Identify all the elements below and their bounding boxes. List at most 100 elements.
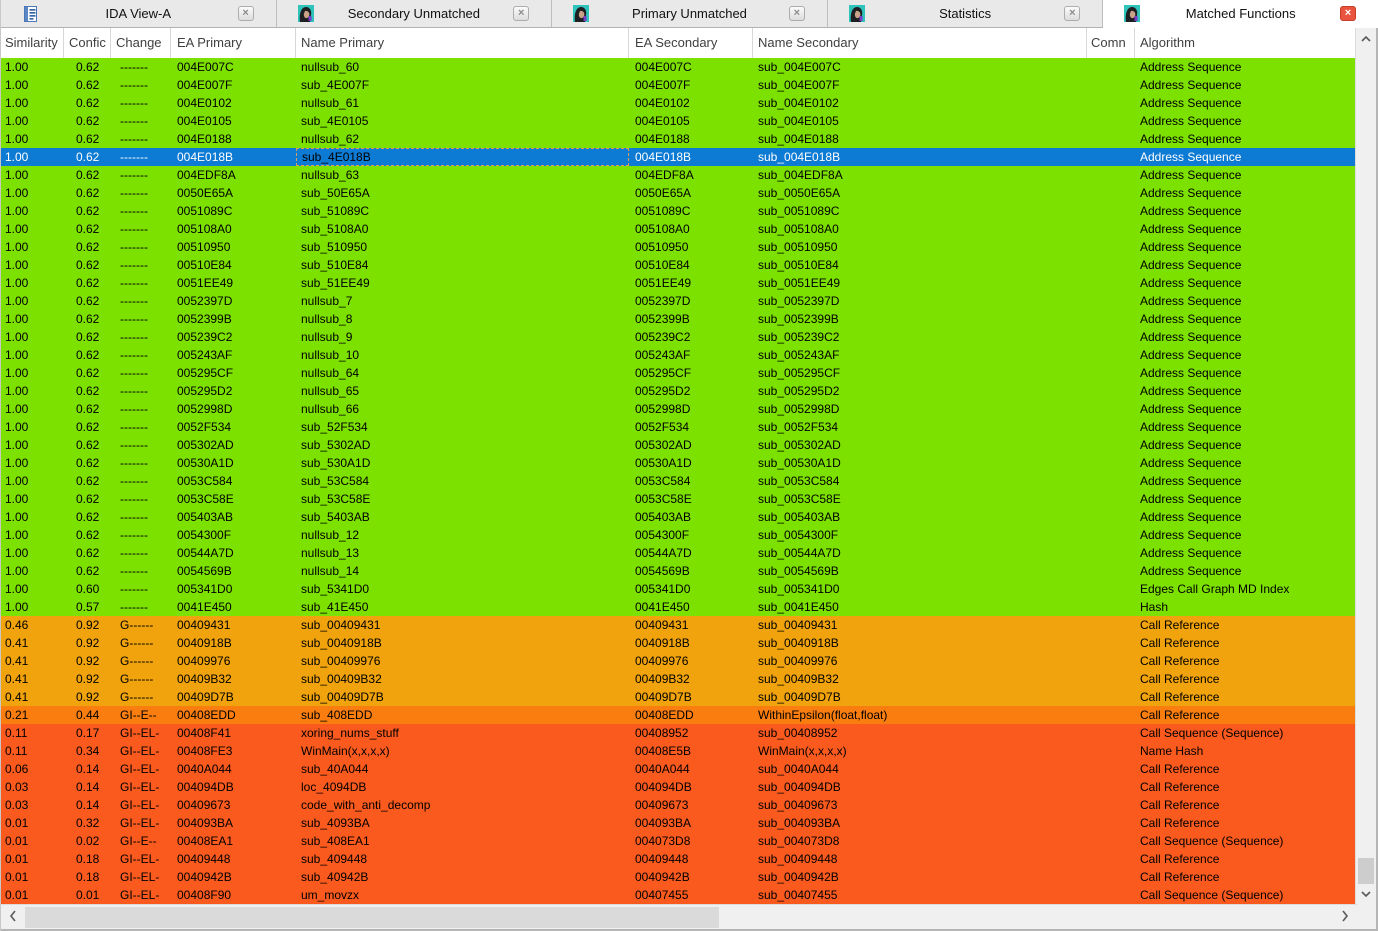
cell-ea-secondary: 0040A044 bbox=[635, 762, 690, 776]
table-row[interactable]: 1.00 0.62 ------- 005239C2 nullsub_9 005239C2… bbox=[1, 328, 1357, 346]
cell-name-secondary: sub_004073D8 bbox=[758, 834, 840, 848]
table-row[interactable]: 1.00 0.62 ------- 005295D2 nullsub_65 005295D… bbox=[1, 382, 1357, 400]
cell-ea-primary: 0054569B bbox=[177, 564, 232, 578]
table-row[interactable]: 1.00 0.62 ------- 005302AD sub_5302AD 005302A… bbox=[1, 436, 1357, 454]
table-row[interactable]: 1.00 0.62 ------- 00530A1D sub_530A1D 00530A1… bbox=[1, 454, 1357, 472]
table-row[interactable]: 0.01 0.18 GI--EL- 00409448 sub_409448 0040944… bbox=[1, 850, 1357, 868]
table-row[interactable]: 1.00 0.62 ------- 005108A0 sub_5108A0 005108A… bbox=[1, 220, 1357, 238]
table-row[interactable]: 1.00 0.62 ------- 004EDF8A nullsub_63 004EDF8… bbox=[1, 166, 1357, 184]
cell-name-primary: sub_4E007F bbox=[301, 78, 370, 92]
table-row[interactable]: 1.00 0.62 ------- 0053C58E sub_53C58E 0053C58… bbox=[1, 490, 1357, 508]
table-row[interactable]: 1.00 0.62 ------- 0051EE49 sub_51EE49 0051EE4… bbox=[1, 274, 1357, 292]
table-row[interactable]: 1.00 0.62 ------- 0052F534 sub_52F534 0052F53… bbox=[1, 418, 1357, 436]
cell-name-primary: nullsub_60 bbox=[301, 60, 360, 74]
table-row[interactable]: 0.41 0.92 G------ 0040918B sub_0040918B 00409… bbox=[1, 634, 1357, 652]
table-row[interactable]: 0.41 0.92 G------ 00409976 sub_00409976 00409… bbox=[1, 652, 1357, 670]
cell-confidence: 0.62 bbox=[76, 258, 100, 272]
vertical-scrollbar[interactable] bbox=[1355, 28, 1378, 905]
table-row[interactable]: 1.00 0.62 ------- 0052998D nullsub_66 0052998… bbox=[1, 400, 1357, 418]
table-row[interactable]: 1.00 0.62 ------- 00510950 sub_510950 0051095… bbox=[1, 238, 1357, 256]
table-row[interactable]: 1.00 0.62 ------- 0052397D nullsub_7 0052397D… bbox=[1, 292, 1357, 310]
column-header-similarity[interactable]: Similarity bbox=[1, 28, 64, 58]
table-row[interactable]: 0.46 0.92 G------ 00409431 sub_00409431 00409… bbox=[1, 616, 1357, 634]
tab-matched-functions[interactable]: Matched Functions × bbox=[1103, 0, 1378, 28]
table-row[interactable]: 0.21 0.44 GI--E-- 00408EDD sub_408EDD 00408ED… bbox=[1, 706, 1357, 724]
close-icon[interactable]: × bbox=[1064, 6, 1081, 21]
table-row[interactable]: 0.06 0.14 GI--EL- 0040A044 sub_40A044 0040A04… bbox=[1, 760, 1357, 778]
column-header-change[interactable]: Change bbox=[111, 28, 171, 58]
table-row[interactable]: 1.00 0.62 ------- 0050E65A sub_50E65A 0050E65… bbox=[1, 184, 1357, 202]
vertical-scrollbar-thumb[interactable] bbox=[1358, 858, 1374, 884]
cell-algorithm: Address Sequence bbox=[1140, 204, 1242, 218]
column-header-comment[interactable]: Comn bbox=[1087, 28, 1135, 58]
cell-confidence: 0.62 bbox=[76, 366, 100, 380]
cell-comment bbox=[1087, 526, 1135, 544]
table-row[interactable]: 1.00 0.62 ------- 0053C584 sub_53C584 0053C58… bbox=[1, 472, 1357, 490]
cell-comment bbox=[1087, 562, 1135, 580]
table-row[interactable]: 0.41 0.92 G------ 00409B32 sub_00409B32 00409… bbox=[1, 670, 1357, 688]
table-row[interactable]: 1.00 0.62 ------- 004E0102 nullsub_61 004E010… bbox=[1, 94, 1357, 112]
column-header-name-secondary[interactable]: Name Secondary bbox=[753, 28, 1087, 58]
scroll-down-icon[interactable] bbox=[1356, 885, 1376, 903]
table-row[interactable]: 1.00 0.62 ------- 004E007C nullsub_60 004E007… bbox=[1, 58, 1357, 76]
tab-statistics[interactable]: Statistics × bbox=[827, 0, 1104, 27]
table-row[interactable]: 1.00 0.62 ------- 0051089C sub_51089C 0051089… bbox=[1, 202, 1357, 220]
cell-comment bbox=[1087, 778, 1135, 796]
table-row[interactable]: 1.00 0.57 ------- 0041E450 sub_41E450 0041E45… bbox=[1, 598, 1357, 616]
horizontal-scrollbar[interactable] bbox=[1, 904, 1357, 929]
cell-comment bbox=[1087, 436, 1135, 454]
table-row[interactable]: 1.00 0.62 ------- 0054569B nullsub_14 0054569… bbox=[1, 562, 1357, 580]
horizontal-scrollbar-thumb[interactable] bbox=[25, 907, 719, 928]
table-row[interactable]: 0.01 0.01 GI--EL- 00408F90 um_movzx 00407455 s… bbox=[1, 886, 1357, 904]
scroll-right-icon[interactable] bbox=[1335, 909, 1355, 925]
table-row[interactable]: 0.01 0.18 GI--EL- 0040942B sub_40942B 0040942… bbox=[1, 868, 1357, 886]
scroll-left-icon[interactable] bbox=[3, 909, 23, 925]
column-header-ea-secondary[interactable]: EA Secondary bbox=[629, 28, 753, 58]
cell-ea-primary: 005243AF bbox=[177, 348, 233, 362]
column-header-name-primary[interactable]: Name Primary bbox=[296, 28, 629, 58]
scroll-up-icon[interactable] bbox=[1356, 30, 1376, 48]
table-row[interactable]: 1.00 0.62 ------- 005295CF nullsub_64 005295C… bbox=[1, 364, 1357, 382]
table-row[interactable]: 0.11 0.17 GI--EL- 00408F41 xoring_nums_stuff… bbox=[1, 724, 1357, 742]
cell-similarity: 1.00 bbox=[5, 528, 29, 542]
table-row[interactable]: 1.00 0.62 ------- 005403AB sub_5403AB 005403A… bbox=[1, 508, 1357, 526]
table-row[interactable]: 1.00 0.62 ------- 00544A7D nullsub_13 00544A7… bbox=[1, 544, 1357, 562]
cell-similarity: 1.00 bbox=[5, 402, 29, 416]
table-row[interactable]: 1.00 0.62 ------- 00510E84 sub_510E84 00510E8… bbox=[1, 256, 1357, 274]
cell-similarity: 1.00 bbox=[5, 60, 29, 74]
table-row[interactable]: 0.01 0.02 GI--E-- 00408EA1 sub_408EA1 004073D… bbox=[1, 832, 1357, 850]
cell-similarity: 1.00 bbox=[5, 96, 29, 110]
table-row[interactable]: 0.11 0.34 GI--EL- 00408FE3 WinMain(x,x,x,x) 0… bbox=[1, 742, 1357, 760]
tab-ida-view-a[interactable]: IDA View-A × bbox=[1, 0, 277, 27]
cell-name-primary: sub_408EA1 bbox=[301, 834, 370, 848]
table-row[interactable]: 1.00 0.60 ------- 005341D0 sub_5341D0 005341D… bbox=[1, 580, 1357, 598]
table-row[interactable]: 0.03 0.14 GI--EL- 004094DB loc_4094DB 004094D… bbox=[1, 778, 1357, 796]
table-row[interactable]: 1.00 0.62 ------- 004E007F sub_4E007F 004E007… bbox=[1, 76, 1357, 94]
column-header-ea-primary[interactable]: EA Primary bbox=[171, 28, 296, 58]
tab-secondary-unmatched[interactable]: Secondary Unmatched × bbox=[276, 0, 553, 27]
column-header-confidence[interactable]: Confic bbox=[64, 28, 111, 58]
cell-similarity: 1.00 bbox=[5, 456, 29, 470]
table-row[interactable]: 1.00 0.62 ------- 005243AF nullsub_10 005243A… bbox=[1, 346, 1357, 364]
table-row[interactable]: 1.00 0.62 ------- 004E0105 sub_4E0105 004E010… bbox=[1, 112, 1357, 130]
cell-confidence: 0.92 bbox=[76, 654, 100, 668]
table-row[interactable]: 1.00 0.62 ------- 004E0188 nullsub_62 004E018… bbox=[1, 130, 1357, 148]
column-header-algorithm[interactable]: Algorithm bbox=[1135, 28, 1357, 58]
table-row[interactable]: 0.01 0.32 GI--EL- 004093BA sub_4093BA 004093B… bbox=[1, 814, 1357, 832]
table-row[interactable]: 1.00 0.62 ------- 0054300F nullsub_12 0054300… bbox=[1, 526, 1357, 544]
cell-name-primary: sub_53C584 bbox=[301, 474, 370, 488]
close-icon[interactable]: × bbox=[513, 6, 530, 21]
cell-ea-secondary: 00408E5B bbox=[635, 744, 692, 758]
table-row[interactable]: 1.00 0.62 ------- 004E018B sub_4E018B 004E018… bbox=[1, 148, 1357, 166]
tab-primary-unmatched[interactable]: Primary Unmatched × bbox=[552, 0, 828, 27]
close-icon[interactable]: × bbox=[1339, 6, 1356, 21]
close-icon[interactable]: × bbox=[237, 6, 254, 21]
cell-ea-primary: 00408EDD bbox=[177, 708, 236, 722]
cell-change: ------- bbox=[120, 546, 148, 560]
cell-similarity: 0.03 bbox=[5, 798, 29, 812]
cell-similarity: 1.00 bbox=[5, 222, 29, 236]
table-row[interactable]: 1.00 0.62 ------- 0052399B nullsub_8 0052399B… bbox=[1, 310, 1357, 328]
table-row[interactable]: 0.41 0.92 G------ 00409D7B sub_00409D7B 00409… bbox=[1, 688, 1357, 706]
close-icon[interactable]: × bbox=[788, 6, 805, 21]
table-row[interactable]: 0.03 0.14 GI--EL- 00409673 code_with_anti_de… bbox=[1, 796, 1357, 814]
